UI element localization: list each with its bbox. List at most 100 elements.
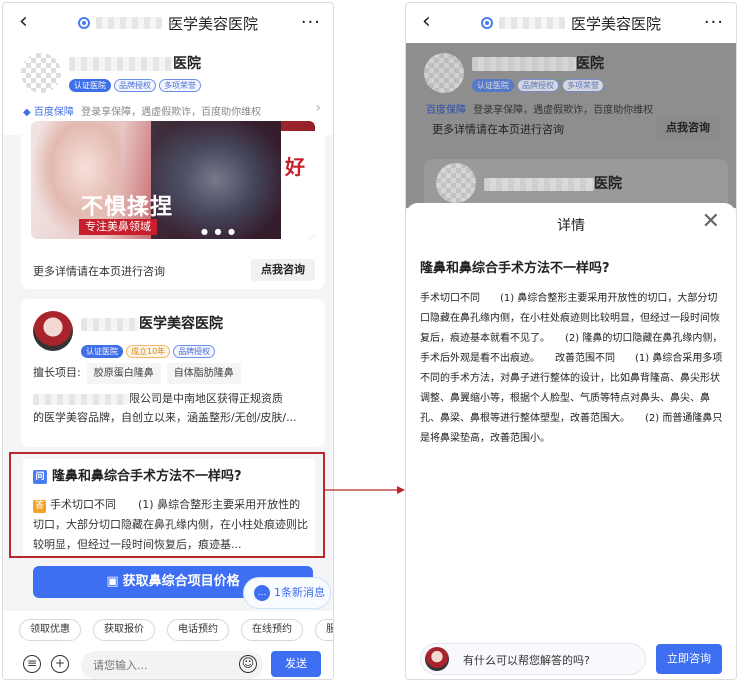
chip-online-booking[interactable]: 在线预约 — [241, 619, 303, 641]
banner-headline: 不惧揉捏 — [81, 194, 174, 220]
consult-now-button[interactable]: 立即咨询 — [656, 644, 722, 674]
chat-icon: ▣ — [106, 574, 119, 589]
brand-badge: 品牌授权 — [517, 79, 559, 92]
hospital-logo-icon — [480, 17, 493, 29]
blurred-name — [472, 57, 576, 71]
specialty-tag: 自体脂肪隆鼻 — [166, 363, 241, 384]
specialty-tag: 胶原蛋白隆鼻 — [86, 363, 161, 384]
assistant-avatar — [425, 647, 449, 671]
honor-badge: 多项荣誉 — [562, 79, 604, 92]
hospital-card-name-text: 医院 — [594, 176, 622, 192]
hospital-avatar — [424, 53, 464, 93]
input-bar: ≡ + ☺ 发送 — [3, 647, 333, 679]
highlight-box — [9, 452, 325, 558]
brand-badge: 品牌授权 — [114, 79, 156, 92]
sheet-answer: 手术切口不同 (1) 鼻综合整形主要采用开放性的切口，大部分切口隐藏在鼻孔缘内侧… — [420, 293, 723, 444]
hospital-card-avatar — [33, 311, 73, 351]
top-bar: ‹ 医学美容医院 ··· — [406, 3, 736, 43]
top-bar: ‹ 医学美容医院 ··· — [3, 3, 333, 43]
banner-side-panel: 好 — [281, 131, 315, 239]
page-title-text: 医学美容医院 — [570, 14, 661, 33]
hospital-card-name: 医学美容医院 — [81, 313, 223, 333]
verified-badge: 认证医院 — [472, 79, 514, 92]
specialty-row: 擅长项目: 胶原蛋白隆鼻 自体脂肪隆鼻 — [33, 363, 315, 384]
assurance-bar: 百度保障 登录享保障，遇虚假欺诈，百度助你维权 — [426, 101, 653, 116]
consult-text: 更多详情请在本页进行咨询 — [432, 123, 564, 136]
more-icon[interactable]: ··· — [301, 12, 321, 33]
hospital-name: 医院 — [472, 53, 604, 73]
consult-row: 更多详情请在本页进行咨询 点我咨询 — [33, 259, 315, 281]
carousel-dots[interactable]: ● ● ● — [201, 227, 237, 236]
hospital-card-name: 医院 — [484, 173, 622, 193]
page-title: 医学美容医院 — [3, 3, 333, 43]
ask-text: 有什么可以帮您解答的吗? — [463, 654, 590, 667]
blurred-name — [81, 317, 139, 331]
blurred-name — [69, 57, 173, 71]
phone-screen-right: ‹ 医学美容医院 ··· 医院 认证医院 品牌授权 多项荣誉 百度保障 登录享保障，… — [405, 2, 737, 680]
detail-sheet: 详情 ✕ 隆鼻和鼻综合手术方法不一样吗? 手术切口不同 (1) 鼻综合整形主要采… — [406, 203, 736, 679]
chevron-right-icon[interactable]: › — [315, 100, 321, 116]
blurred-name — [33, 393, 129, 405]
description-line-2: 的医学美容品牌，自创立以来，涵盖整形/无创/皮肤/... — [33, 411, 297, 424]
verified-badge: 认证医院 — [69, 79, 111, 92]
banner-card: 不惧揉捏 专注美鼻领域 好 ● ● ● 更多详情请在本页进行咨询 点我咨询 — [21, 121, 325, 289]
menu-icon[interactable]: ≡ — [23, 655, 41, 673]
hospital-logo-icon — [77, 17, 90, 29]
assurance-label: 百度保障 — [33, 107, 74, 118]
consult-button: 点我咨询 — [656, 117, 720, 139]
dimmed-background[interactable]: 医院 认证医院 品牌授权 多项荣誉 百度保障 登录享保障，遇虚假欺诈，百度助你维权 … — [406, 43, 736, 209]
plus-icon[interactable]: + — [51, 655, 69, 673]
assurance-bar[interactable]: ◆ 百度保障 登录享保障，遇虚假欺诈，百度助你维权 — [23, 103, 261, 118]
hospital-name-suffix: 医院 — [576, 56, 604, 72]
emoji-icon[interactable]: ☺ — [239, 655, 257, 673]
description-line-1: 限公司是中南地区获得正规资质 — [33, 389, 315, 408]
get-price-label: 获取鼻综合项目价格 — [122, 574, 240, 589]
shield-icon: ◆ — [23, 107, 31, 118]
consult-button[interactable]: 点我咨询 — [251, 259, 315, 281]
banner-subtext: 专注美鼻领域 — [79, 219, 157, 235]
consult-text: 更多详情请在本页进行咨询 — [33, 265, 165, 278]
promo-banner[interactable]: 不惧揉捏 专注美鼻领域 好 ● ● ● — [31, 121, 315, 239]
chip-more[interactable]: 服 — [315, 619, 333, 641]
sheet-question: 隆鼻和鼻综合手术方法不一样吗? — [420, 261, 610, 276]
message-input[interactable] — [81, 651, 263, 679]
hospital-card-name-text: 医学美容医院 — [139, 316, 223, 332]
banner-side-text: 好 — [285, 155, 305, 179]
blurred-name — [95, 17, 162, 29]
hospital-card-avatar — [436, 163, 476, 203]
verified-badge: 认证医院 — [81, 345, 123, 358]
hospital-description: 限公司是中南地区获得正规资质 的医学美容品牌，自创立以来，涵盖整形/无创/皮肤/… — [33, 389, 315, 427]
connector-arrow — [325, 486, 405, 494]
blurred-name — [498, 17, 565, 29]
hospital-name: 医院 — [69, 53, 201, 73]
hospital-card[interactable]: 医学美容医院 认证医院 成立10年 品牌授权 擅长项目: 胶原蛋白隆鼻 自体脂肪隆鼻 限… — [21, 299, 325, 447]
ask-input[interactable]: 有什么可以帮您解答的吗? — [420, 643, 646, 675]
specialty-label: 擅长项目: — [33, 366, 81, 379]
chip-quote[interactable]: 获取报价 — [93, 619, 155, 641]
assurance-text: 登录享保障，遇虚假欺诈，百度助你维权 — [81, 107, 262, 118]
chip-coupon[interactable]: 领取优惠 — [19, 619, 81, 641]
message-icon: … — [254, 585, 270, 601]
chip-phone-booking[interactable]: 电话预约 — [167, 619, 229, 641]
new-message-bubble[interactable]: … 1条新消息 — [243, 577, 331, 609]
quick-chips: 领取优惠 获取报价 电话预约 在线预约 服 — [3, 611, 333, 647]
brand-badge: 品牌授权 — [173, 345, 216, 358]
hospital-avatar — [21, 53, 61, 93]
badge-row: 认证医院 品牌授权 多项荣誉 — [69, 73, 204, 92]
close-icon[interactable]: ✕ — [702, 209, 720, 234]
page-title-text: 医学美容医院 — [167, 14, 258, 33]
send-button[interactable]: 发送 — [271, 651, 321, 677]
honor-badge: 多项荣誉 — [159, 79, 201, 92]
hospital-card: 医院 — [424, 159, 728, 209]
page-title: 医学美容医院 — [406, 3, 736, 43]
years-badge: 成立10年 — [126, 345, 171, 358]
blurred-name — [484, 177, 594, 191]
badge-row: 认证医院 成立10年 品牌授权 — [81, 339, 218, 358]
description-line-1-text: 限公司是中南地区获得正规资质 — [129, 392, 283, 405]
badge-row: 认证医院 品牌授权 多项荣誉 — [472, 73, 607, 92]
phone-screen-left: ‹ 医学美容医院 ··· 医院 认证医院 品牌授权 多项荣誉 ◆ 百度保障 登录享保… — [2, 2, 334, 680]
sheet-title: 详情 — [557, 218, 585, 234]
hospital-name-suffix: 医院 — [173, 56, 201, 72]
consult-row: 更多详情请在本页进行咨询 点我咨询 — [424, 115, 728, 141]
more-icon[interactable]: ··· — [704, 12, 724, 33]
